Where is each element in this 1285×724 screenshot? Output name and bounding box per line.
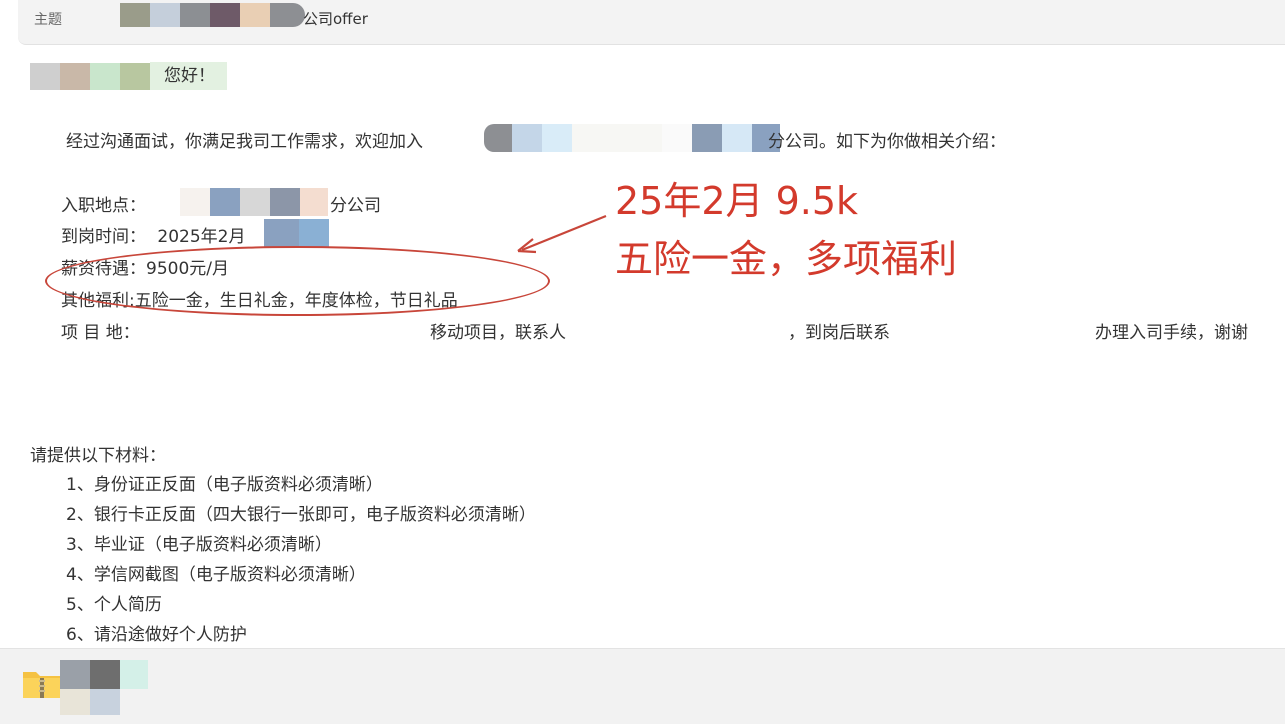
zip-folder-icon[interactable] — [22, 666, 62, 700]
material-item: 4、学信网截图（电子版资料必须清晰） — [66, 565, 366, 585]
field-location: 入职地点： — [61, 191, 146, 216]
intro-text-before: 经过沟通面试，你满足我司工作需求，欢迎加入 — [66, 132, 423, 152]
annotation-ellipse — [45, 246, 550, 316]
subject-redacted — [120, 3, 305, 27]
location-label: 入职地点： — [61, 196, 146, 216]
attachment-bar — [0, 648, 1285, 724]
materials-list: 1、身份证正反面（电子版资料必须清晰） 2、银行卡正反面（四大银行一张即可，电子… — [66, 470, 536, 650]
materials-title: 请提供以下材料： — [30, 446, 166, 466]
annotation-line1: 25年2月 9.5k — [615, 179, 859, 223]
annotation-line2: 五险一金，多项福利 — [615, 237, 958, 281]
project-part3: 办理入司手续，谢谢 — [1095, 323, 1248, 343]
location-redacted — [180, 188, 328, 216]
material-item: 3、毕业证（电子版资料必须清晰） — [66, 535, 332, 555]
recipient-redacted — [30, 63, 150, 90]
material-item: 2、银行卡正反面（四大银行一张即可，电子版资料必须清晰） — [66, 505, 536, 525]
material-item: 1、身份证正反面（电子版资料必须清晰） — [66, 475, 383, 495]
subject-label: 主题 — [34, 12, 62, 28]
location-value: 分公司 — [330, 196, 381, 216]
company-redacted — [484, 124, 780, 152]
start-date-label: 到岗时间： — [61, 227, 146, 247]
start-date-value: 2025年2月 — [157, 227, 246, 247]
material-item: 6、请沿途做好个人防护 — [66, 625, 247, 645]
field-start-date: 到岗时间： 2025年2月 — [61, 222, 246, 247]
subject-bar: 主题 公司offer — [18, 0, 1285, 45]
subject-title: 公司offer — [303, 10, 368, 28]
material-item: 5、个人简历 — [66, 595, 162, 615]
field-project: 项 目 地： — [61, 318, 140, 343]
project-part1: 移动项目，联系人 — [430, 323, 566, 343]
intro-text-after: 分公司。如下为你做相关介绍： — [768, 132, 1006, 152]
annotation-arrow-icon — [517, 214, 607, 254]
start-date-redacted — [264, 219, 329, 247]
project-part2: ，到岗后联系 — [788, 323, 890, 343]
intro-line: 经过沟通面试，你满足我司工作需求，欢迎加入 — [66, 127, 423, 152]
greeting: 您好！ — [150, 62, 227, 90]
project-label: 项 目 地： — [61, 323, 140, 343]
